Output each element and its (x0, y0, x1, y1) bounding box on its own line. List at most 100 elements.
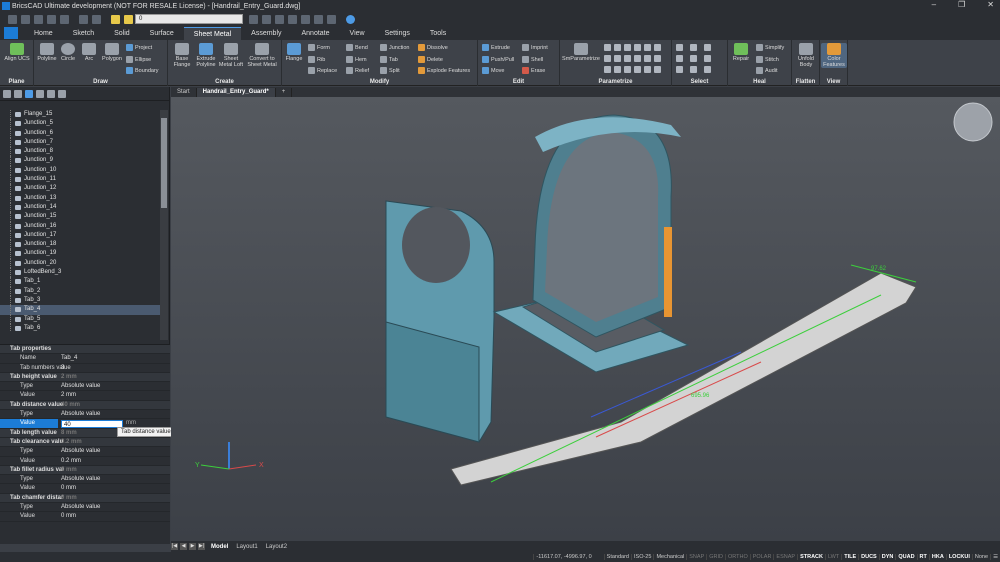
distance-value-input[interactable]: 40 (61, 419, 123, 428)
arc-button[interactable]: Arc (80, 43, 98, 62)
toggle-ortho[interactable]: ORTHO (725, 554, 750, 560)
prop-category-height[interactable]: Tab height value 2 mm (0, 372, 170, 383)
toggle-snap[interactable]: SNAP (686, 554, 706, 560)
param-tool-8-icon[interactable] (614, 55, 621, 62)
tree-node[interactable]: Tab_1 (0, 277, 160, 287)
visual-style-icon[interactable] (301, 14, 310, 24)
param-tool-3-icon[interactable] (624, 44, 631, 51)
tree-node[interactable]: Junction_6 (0, 128, 160, 139)
tree-scrollbar-thumb[interactable] (161, 118, 167, 208)
drawing-viewport[interactable]: 97.62 695.96 X Y (171, 97, 1000, 541)
tree-node[interactable]: Tab_4 (0, 305, 160, 315)
toggle-tile[interactable]: TILE (841, 554, 858, 560)
project-button[interactable]: Project (126, 44, 152, 51)
prop-row-distance-type[interactable]: Type Absolute value (0, 410, 170, 420)
save-as-icon[interactable] (47, 14, 56, 24)
tree-node[interactable]: Junction_9 (0, 156, 160, 167)
tab-start[interactable]: Start (171, 88, 197, 97)
sun-icon[interactable] (124, 14, 133, 24)
select-tool-9-icon[interactable] (704, 66, 711, 73)
new-file-icon[interactable] (8, 14, 17, 24)
param-tool-6-icon[interactable] (654, 44, 661, 51)
unfold-body-button[interactable]: Unfold Body (793, 43, 819, 68)
align-ucs-button[interactable]: Align UCS (4, 43, 30, 62)
tree-node[interactable]: Flange_15 (0, 110, 160, 120)
print-icon[interactable] (60, 14, 69, 24)
tab-view[interactable]: View (340, 27, 375, 40)
tab-home[interactable]: Home (24, 27, 63, 40)
select-tool-6-icon[interactable] (704, 55, 711, 62)
param-tool-4-icon[interactable] (634, 44, 641, 51)
redo-icon[interactable] (92, 14, 101, 24)
bend-button[interactable]: Bend (346, 44, 368, 51)
select-tool-2-icon[interactable] (690, 44, 697, 51)
move-button[interactable]: Move (482, 67, 504, 74)
repair-button[interactable]: Repair (730, 43, 752, 62)
tree-node[interactable]: Junction_15 (0, 212, 160, 222)
toggle-lwt[interactable]: LWT (825, 554, 841, 560)
tree-node[interactable]: Junction_17 (0, 230, 160, 241)
sheet-metal-loft-button[interactable]: Sheet Metal Loft (218, 43, 244, 68)
prop-row-fillet-value[interactable]: Value 0 mm (0, 484, 170, 494)
next-layout-button[interactable]: ▶ (189, 543, 196, 550)
prop-row-fillet-type[interactable]: Type Absolute value (0, 475, 170, 485)
prop-category-chamfer[interactable]: Tab chamfer distar 0 mm (0, 493, 170, 504)
tree-node[interactable]: Junction_18 (0, 240, 160, 250)
tree-node[interactable]: Junction_5 (0, 119, 160, 129)
tab-sheet-metal[interactable]: Sheet Metal (183, 27, 242, 40)
tab-surface[interactable]: Surface (140, 27, 184, 40)
last-layout-button[interactable]: ▶| (198, 543, 205, 550)
prop-row-name[interactable]: Name Tab_4 (0, 354, 170, 364)
tree-node[interactable]: Tab_3 (0, 295, 160, 306)
toggle-quad[interactable]: QUAD (895, 554, 916, 560)
boundary-button[interactable]: Boundary (126, 67, 159, 74)
param-tool-7-icon[interactable] (604, 55, 611, 62)
explode-features-button[interactable]: Explode Features (418, 67, 470, 74)
param-tool-11-icon[interactable] (644, 55, 651, 62)
ellipse-button[interactable]: Ellipse (126, 56, 151, 63)
param-tool-12-icon[interactable] (654, 55, 661, 62)
hem-button[interactable]: Hem (346, 56, 367, 63)
toggle-ducs[interactable]: DUCS (858, 554, 879, 560)
toggle-rt[interactable]: RT (916, 554, 929, 560)
prop-category-fillet[interactable]: Tab fillet radius val 0 mm (0, 465, 170, 476)
junction-button[interactable]: Junction (380, 44, 410, 51)
extrude-button[interactable]: Extrude (482, 44, 510, 51)
param-tool-10-icon[interactable] (634, 55, 641, 62)
relief-button[interactable]: Relief (346, 67, 369, 74)
tab-assembly[interactable]: Assembly (241, 27, 291, 40)
cube-view-icon[interactable] (275, 14, 284, 24)
tree-node[interactable]: Junction_11 (0, 175, 160, 185)
select-tool-8-icon[interactable] (690, 66, 697, 73)
toggle-dyn[interactable]: DYN (878, 554, 896, 560)
param-tool-18-icon[interactable] (654, 66, 661, 73)
status-workspace[interactable]: Mechanical (653, 554, 686, 560)
stitch-button[interactable]: Stitch (756, 56, 779, 63)
tab-solid[interactable]: Solid (104, 27, 140, 40)
circle-button[interactable]: Circle (58, 43, 78, 62)
toggle-strack[interactable]: STRACK (797, 554, 825, 560)
select-tool-1-icon[interactable] (676, 44, 683, 51)
audit-button[interactable]: Audit (756, 67, 778, 74)
tab-model[interactable]: Model (207, 544, 232, 550)
minimize-button[interactable]: – (932, 0, 936, 9)
tree-node[interactable]: Junction_19 (0, 249, 160, 260)
tree-node[interactable]: LoftedBend_3 (0, 268, 160, 278)
help-icon[interactable] (346, 14, 355, 24)
param-tool-2-icon[interactable] (614, 44, 621, 51)
toggle-polar[interactable]: POLAR (749, 554, 774, 560)
toggle-esnap[interactable]: ESNAP (773, 554, 797, 560)
tree-node[interactable]: Junction_13 (0, 193, 160, 204)
prop-row-height-type[interactable]: Type Absolute value (0, 382, 170, 392)
toggle-lockui[interactable]: LOCKUI (945, 554, 972, 560)
tree-node[interactable]: Tab_5 (0, 314, 160, 325)
tree-node[interactable]: Junction_10 (0, 165, 160, 176)
extrude-polyline-button[interactable]: Extrude Polyline (194, 43, 218, 68)
binoculars-icon[interactable] (58, 89, 66, 98)
tab-layout2[interactable]: Layout2 (262, 544, 291, 550)
status-dim-style[interactable]: ISO-25 (631, 554, 653, 560)
layer-tools-icon[interactable] (249, 14, 258, 24)
app-menu-button[interactable] (4, 27, 18, 39)
restore-button[interactable]: ❐ (958, 0, 965, 9)
tree-node[interactable]: Junction_14 (0, 202, 160, 213)
